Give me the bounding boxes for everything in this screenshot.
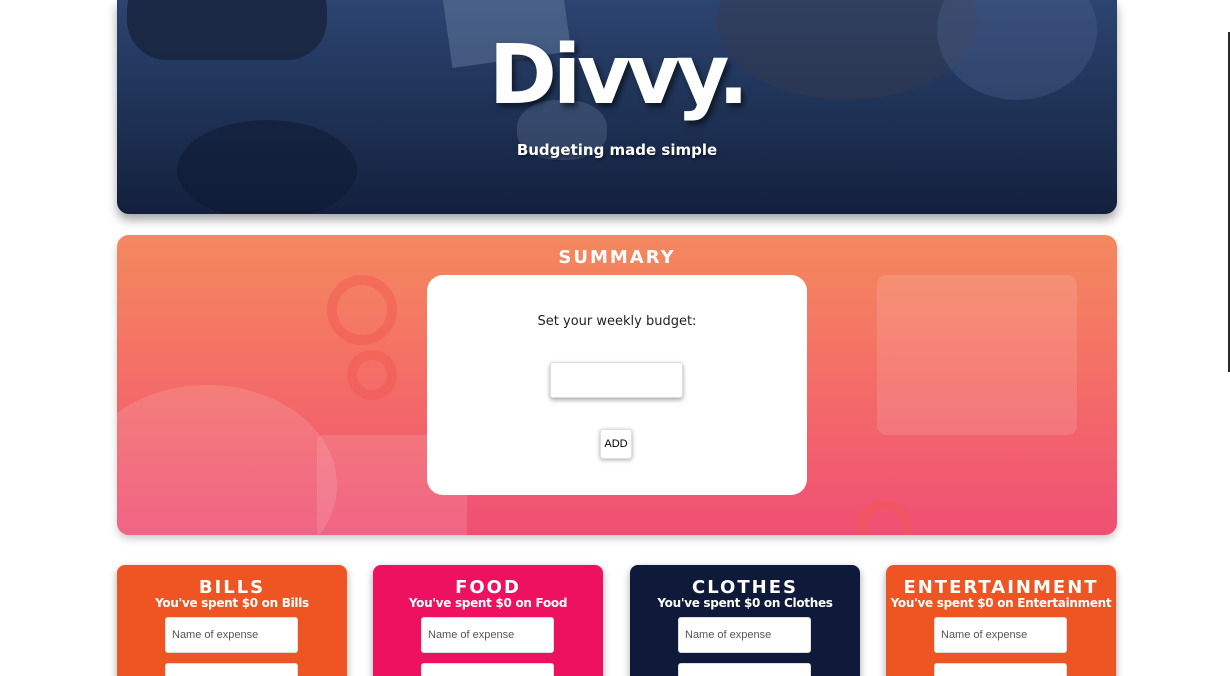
expense-amount-input[interactable] xyxy=(421,663,554,676)
category-card-bills: BILLS You've spent $0 on Bills xyxy=(117,565,347,676)
expense-name-input[interactable] xyxy=(421,617,554,653)
hero-background-shape xyxy=(177,120,357,214)
expense-amount-input[interactable] xyxy=(678,663,811,676)
budget-label: Set your weekly budget: xyxy=(537,314,697,329)
add-budget-button[interactable]: ADD xyxy=(600,429,632,459)
summary-background-shape xyxy=(327,275,397,345)
category-title: FOOD xyxy=(455,577,521,598)
category-spent-text: You've spent $0 on Entertainment xyxy=(890,596,1112,610)
category-title: CLOTHES xyxy=(692,577,798,598)
page: Divvy. Budgeting made simple SUMMARY Set… xyxy=(0,0,1230,676)
category-title: ENTERTAINMENT xyxy=(903,577,1099,598)
expense-name-input[interactable] xyxy=(934,617,1067,653)
expense-amount-input[interactable] xyxy=(934,663,1067,676)
expense-name-input[interactable] xyxy=(165,617,298,653)
category-spent-text: You've spent $0 on Bills xyxy=(155,596,309,610)
summary-background-shape xyxy=(347,350,397,400)
summary-background-shape xyxy=(877,275,1077,435)
tagline: Budgeting made simple xyxy=(516,141,718,159)
category-spent-text: You've spent $0 on Food xyxy=(408,596,568,610)
summary-background-shape xyxy=(117,385,337,535)
category-card-food: FOOD You've spent $0 on Food xyxy=(373,565,603,676)
summary-background-shape xyxy=(857,500,912,535)
category-card-clothes: CLOTHES You've spent $0 on Clothes xyxy=(630,565,860,676)
summary-title: SUMMARY xyxy=(558,247,676,268)
expense-amount-input[interactable] xyxy=(165,663,298,676)
budget-card: Set your weekly budget: ADD xyxy=(427,275,807,495)
weekly-budget-input[interactable] xyxy=(550,362,683,398)
summary-section: SUMMARY Set your weekly budget: ADD xyxy=(117,235,1117,535)
category-title: BILLS xyxy=(198,577,266,598)
category-spent-text: You've spent $0 on Clothes xyxy=(657,596,833,610)
logo: Divvy. xyxy=(488,28,749,123)
category-card-entertainment: ENTERTAINMENT You've spent $0 on Enterta… xyxy=(886,565,1116,676)
expense-name-input[interactable] xyxy=(678,617,811,653)
hero-banner: Divvy. Budgeting made simple xyxy=(117,0,1117,214)
